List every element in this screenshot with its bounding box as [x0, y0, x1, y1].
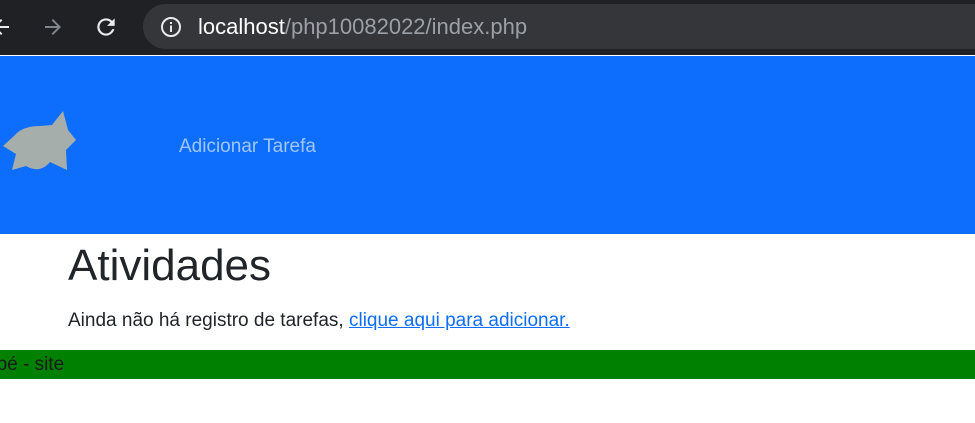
site-footer: apé - site	[0, 350, 975, 379]
site-navbar: Adicionar Tarefa	[0, 56, 975, 234]
add-task-link[interactable]: clique aqui para adicionar.	[349, 310, 570, 331]
reload-button[interactable]	[91, 12, 121, 42]
empty-state-message: Ainda não há registro de tarefas, clique…	[68, 309, 948, 333]
back-button[interactable]	[0, 12, 16, 42]
star-blob-logo-icon	[3, 111, 76, 170]
address-bar[interactable]: localhost/php10082022/index.php	[143, 4, 975, 49]
page-title: Atividades	[68, 241, 272, 290]
empty-state-text: Ainda não há registro de tarefas,	[68, 310, 344, 331]
footer-text: apé - site	[0, 354, 65, 375]
site-logo[interactable]	[0, 108, 80, 180]
url-path: /php10082022/index.php	[284, 14, 528, 39]
forward-button[interactable]	[38, 12, 68, 42]
arrow-left-icon	[0, 19, 9, 35]
browser-toolbar: localhost/php10082022/index.php	[0, 0, 975, 55]
info-icon[interactable]	[159, 15, 183, 39]
reload-icon	[97, 18, 115, 36]
main-content: Atividades Ainda não há registro de tare…	[68, 234, 948, 333]
url-host: localhost	[198, 14, 285, 39]
url-text[interactable]: localhost/php10082022/index.php	[198, 14, 527, 40]
arrow-right-icon	[45, 19, 61, 35]
add-task-nav-link[interactable]: Adicionar Tarefa	[179, 136, 316, 158]
